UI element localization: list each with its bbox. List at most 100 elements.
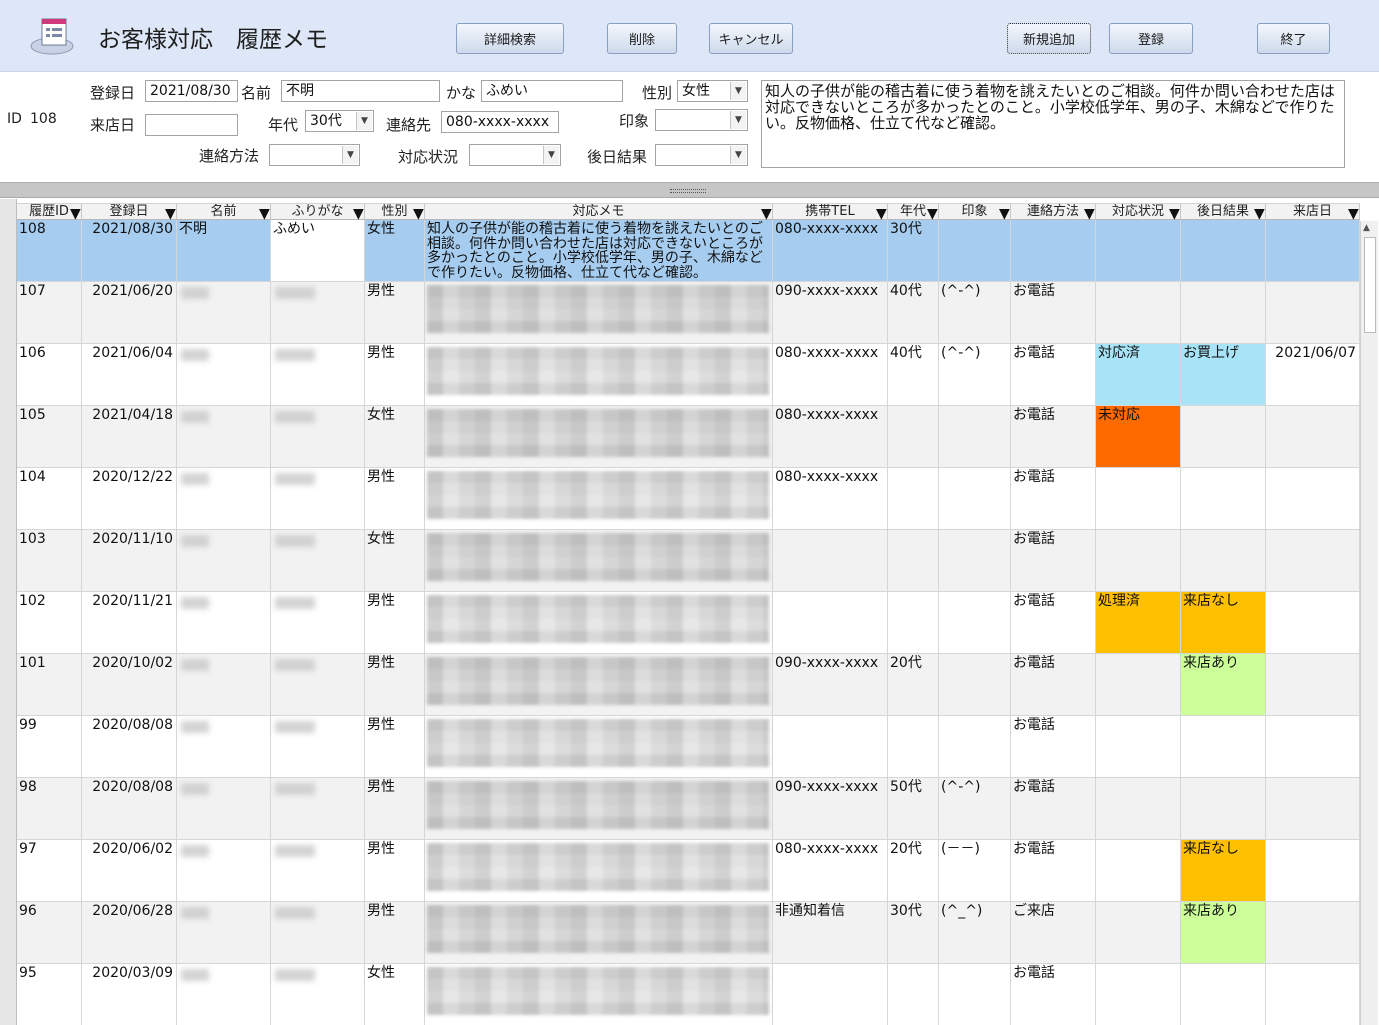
cell-result[interactable] [1181,220,1266,282]
cell-gender[interactable]: 男性 [365,840,425,902]
cell-visit[interactable] [1266,716,1360,778]
cell-method[interactable]: お電話 [1011,840,1096,902]
cell-visit[interactable] [1266,220,1360,282]
cell-tel[interactable] [773,964,888,1025]
cell-impression[interactable]: (－－) [939,840,1011,902]
cell-age[interactable] [888,530,939,592]
cell-age[interactable]: 20代 [888,840,939,902]
cell-age[interactable]: 30代 [888,902,939,964]
cell-result[interactable] [1181,468,1266,530]
cell-method[interactable]: お電話 [1011,406,1096,468]
cell-tel[interactable]: 080-xxxx-xxxx [773,468,888,530]
cell-tel[interactable] [773,530,888,592]
cell-method[interactable]: お電話 [1011,716,1096,778]
cell-visit[interactable] [1266,654,1360,716]
cell-status[interactable] [1096,840,1181,902]
cell-status[interactable] [1096,716,1181,778]
cell-visit[interactable] [1266,902,1360,964]
gender-select[interactable]: 女性 ▼ [677,80,748,102]
cell-impression[interactable] [939,964,1011,1025]
cell-tel[interactable]: 080-xxxx-xxxx [773,220,888,282]
cell-id[interactable]: 105 [17,406,82,468]
cell-result[interactable]: 来店なし [1181,592,1266,654]
exit-button[interactable]: 終了 [1257,23,1330,54]
chevron-down-icon[interactable]: ▼ [730,111,746,129]
name-field[interactable]: 不明 [281,80,440,102]
cell-status[interactable] [1096,220,1181,282]
record-selector-column[interactable] [0,199,17,1025]
contact-method-select[interactable]: ▼ [269,144,360,166]
cell-result[interactable] [1181,778,1266,840]
cell-visit[interactable] [1266,530,1360,592]
cell-status[interactable]: 未対応 [1096,406,1181,468]
cell-date[interactable]: 2020/08/08 [82,716,177,778]
new-add-button[interactable]: 新規追加 [1007,23,1091,54]
cell-tel[interactable]: 080-xxxx-xxxx [773,840,888,902]
cell-id[interactable]: 108 [17,220,82,282]
cell-age[interactable]: 30代 [888,220,939,282]
cell-status[interactable] [1096,468,1181,530]
visit-date-field[interactable] [145,114,238,136]
cell-gender[interactable]: 女性 [365,964,425,1025]
cell-impression[interactable] [939,592,1011,654]
cell-gender[interactable]: 女性 [365,530,425,592]
cell-tel[interactable]: 080-xxxx-xxxx [773,344,888,406]
cell-id[interactable]: 98 [17,778,82,840]
column-header-date[interactable]: 登録日 [82,203,177,220]
cell-tel[interactable]: 090-xxxx-xxxx [773,778,888,840]
cell-result[interactable] [1181,716,1266,778]
column-header-memo[interactable]: 対応メモ [425,203,773,220]
cell-id[interactable]: 106 [17,344,82,406]
chevron-down-icon[interactable]: ▼ [356,112,372,130]
contact-field[interactable]: 080-xxxx-xxxx [441,111,559,133]
column-header-tel[interactable]: 携帯TEL [773,203,888,220]
cell-tel[interactable]: 080-xxxx-xxxx [773,406,888,468]
cell-impression[interactable] [939,220,1011,282]
cell-date[interactable]: 2020/11/10 [82,530,177,592]
cell-impression[interactable]: (^-^) [939,282,1011,344]
cell-impression[interactable]: (^-^) [939,344,1011,406]
cell-date[interactable]: 2020/03/09 [82,964,177,1025]
cell-gender[interactable]: 男性 [365,778,425,840]
delete-button[interactable]: 削除 [607,23,677,54]
cell-age[interactable] [888,468,939,530]
cell-result[interactable]: 来店あり [1181,654,1266,716]
cell-method[interactable]: お電話 [1011,592,1096,654]
cell-impression[interactable]: (^_^) [939,902,1011,964]
chevron-down-icon[interactable]: ▼ [543,146,559,164]
column-header-visit[interactable]: 来店日 [1266,203,1360,220]
cell-age[interactable] [888,716,939,778]
cell-status[interactable] [1096,282,1181,344]
cell-id[interactable]: 102 [17,592,82,654]
age-select[interactable]: 30代 ▼ [305,110,374,132]
column-header-kana[interactable]: ふりがな [271,203,365,220]
cell-method[interactable]: お電話 [1011,778,1096,840]
cell-impression[interactable] [939,654,1011,716]
cell-age[interactable]: 40代 [888,344,939,406]
cell-visit[interactable] [1266,468,1360,530]
cell-age[interactable]: 40代 [888,282,939,344]
cell-id[interactable]: 103 [17,530,82,592]
cell-date[interactable]: 2020/08/08 [82,778,177,840]
register-button[interactable]: 登録 [1109,23,1193,54]
cell-age[interactable] [888,964,939,1025]
cell-status[interactable] [1096,654,1181,716]
cell-gender[interactable]: 男性 [365,902,425,964]
cell-result[interactable]: お買上げ [1181,344,1266,406]
cell-visit[interactable] [1266,778,1360,840]
cell-result[interactable]: 来店なし [1181,840,1266,902]
memo-textarea[interactable]: 知人の子供が能の稽古着に使う着物を誂えたいとのご相談。何件か問い合わせた店は対応… [761,80,1345,168]
cell-age[interactable] [888,406,939,468]
cell-date[interactable]: 2021/04/18 [82,406,177,468]
cell-memo[interactable]: 知人の子供が能の稽古着に使う着物を誂えたいとのご相談。何件か問い合わせた店は対応… [425,220,773,282]
cell-gender[interactable]: 男性 [365,654,425,716]
cell-method[interactable]: お電話 [1011,530,1096,592]
vertical-scrollbar[interactable]: ▲ [1360,221,1378,1025]
cell-result[interactable]: 来店あり [1181,902,1266,964]
cell-result[interactable] [1181,406,1266,468]
cell-gender[interactable]: 女性 [365,406,425,468]
result-select[interactable]: ▼ [655,144,748,166]
cell-impression[interactable] [939,530,1011,592]
cell-gender[interactable]: 女性 [365,220,425,282]
cell-id[interactable]: 104 [17,468,82,530]
